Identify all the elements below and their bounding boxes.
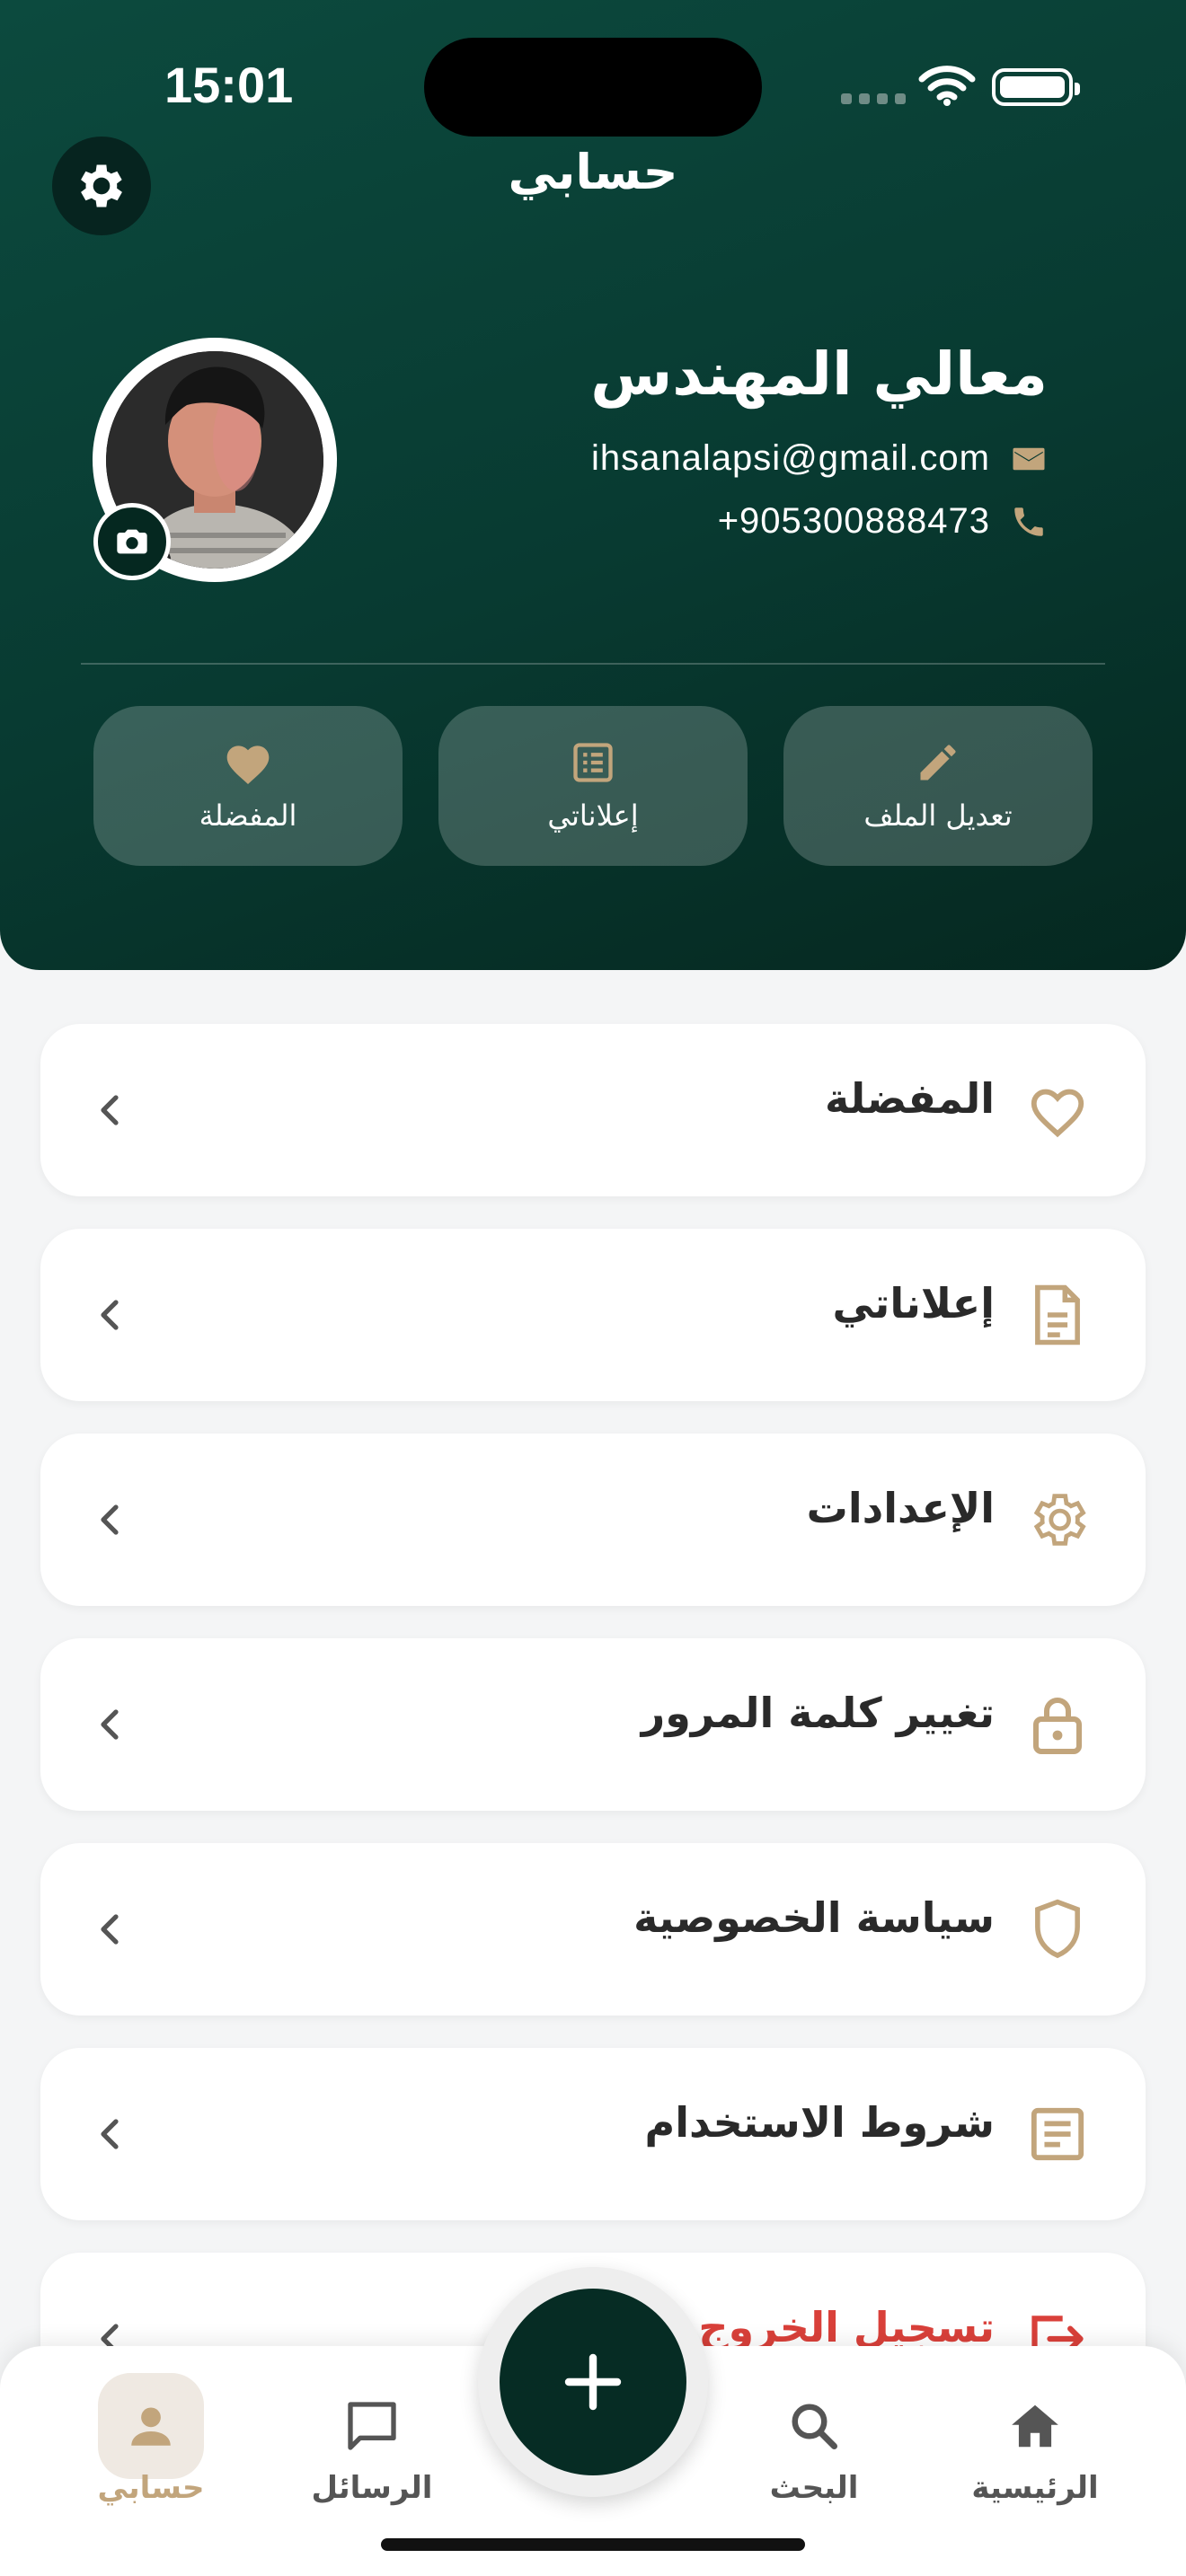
menu-label: إعلاناتي [832,1279,995,1328]
menu-item-favorites[interactable]: المفضلة [40,1024,1146,1196]
shield-icon [1035,1899,1080,1959]
menu-item-my-ads[interactable]: إعلاناتي [40,1229,1146,1401]
page-title: حسابي [508,144,678,200]
change-photo-button[interactable] [93,503,171,580]
menu-label: تغيير كلمة المرور [641,1689,995,1737]
quick-my-ads-label: إعلاناتي [547,798,639,833]
menu-label: تسجيل الخروج [698,2303,995,2351]
wifi-icon [918,66,976,106]
battery-icon [992,68,1080,106]
settings-button[interactable] [52,137,151,235]
nav-tab-account[interactable]: حسابي [70,2373,232,2506]
menu-item-settings[interactable]: الإعدادات [40,1434,1146,1606]
home-icon [1012,2404,1058,2448]
quick-favorites-button[interactable]: المفضلة [93,706,403,866]
add-listing-button[interactable] [500,2289,686,2475]
chevron-left-icon [101,2119,119,2149]
menu-item-change-password[interactable]: تغيير كلمة المرور [40,1638,1146,1811]
pencil-icon [920,745,956,781]
nav-tab-messages[interactable]: الرسائل [291,2373,453,2506]
quick-edit-profile-label: تعديل الملف [863,798,1013,833]
lock-icon [1033,1698,1082,1754]
menu-label: الإعدادات [806,1484,995,1532]
nav-tab-home[interactable]: الرئيسية [954,2373,1116,2506]
quick-my-ads-button[interactable]: إعلاناتي [438,706,748,866]
phone-text: +905300888473 [717,501,990,541]
home-indicator [381,2538,805,2551]
phone-row: +905300888473 [718,501,1048,542]
chevron-left-icon [101,1300,119,1330]
add-listing-button-ring [478,2267,708,2497]
chevron-left-icon [101,1914,119,1945]
gear-icon [1033,1494,1086,1546]
header-divider [81,663,1105,665]
menu-item-terms-of-use[interactable]: شروط الاستخدام [40,2048,1146,2220]
list-icon [573,743,613,782]
camera-icon [117,529,147,554]
document-icon [1035,1284,1080,1345]
menu-label: سياسة الخصوصية [633,1893,995,1942]
status-time: 15:01 [164,57,294,113]
menu-label: المفضلة [825,1074,995,1123]
profile-header: 15:01 حسابي معالي المهندس ihsanalapsi@gm… [0,0,1186,970]
chevron-left-icon [101,1504,119,1535]
cellular-signal-icon [841,93,906,104]
phone-icon [1014,507,1043,536]
chevron-left-icon [101,1709,119,1740]
nav-label: البحث [769,2470,859,2506]
user-name: معالي المهندس [590,340,1048,409]
email-icon [1013,447,1045,470]
person-icon [131,2407,171,2446]
terms-icon [1031,2107,1084,2161]
email-text: ihsanalapsi@gmail.com [590,438,990,478]
nav-tab-search[interactable]: البحث [733,2373,895,2506]
gear-icon [81,164,122,207]
heart-icon [226,745,270,785]
nav-label: الرسائل [311,2470,433,2506]
nav-label: الرئيسية [971,2470,1099,2506]
dynamic-island [424,38,762,137]
chat-icon [348,2402,396,2450]
quick-favorites-label: المفضلة [199,798,297,833]
quick-edit-profile-button[interactable]: تعديل الملف [783,706,1093,866]
heart-outline-icon [1031,1089,1084,1138]
plus-icon [564,2353,622,2411]
chevron-left-icon [101,1095,119,1125]
nav-label: حسابي [97,2470,205,2506]
search-icon [792,2404,837,2449]
menu-label: شروط الاستخدام [644,2098,995,2147]
menu-item-privacy-policy[interactable]: سياسة الخصوصية [40,1843,1146,2016]
email-row: ihsanalapsi@gmail.com [591,438,1048,479]
